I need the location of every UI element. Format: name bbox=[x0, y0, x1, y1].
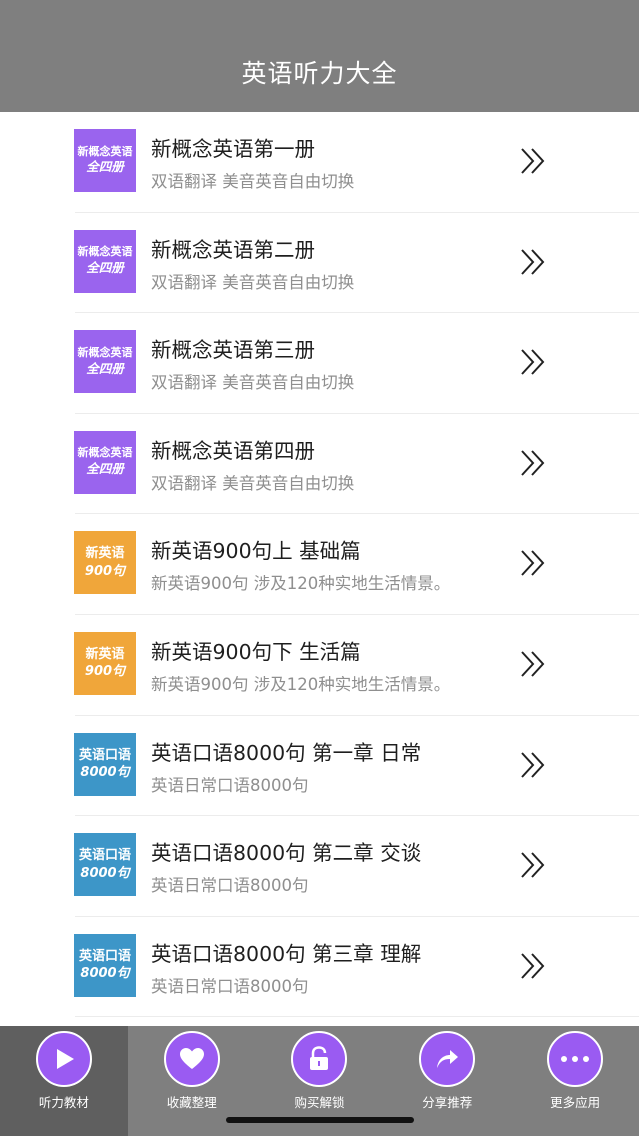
thumbnail-line2: 全四册 bbox=[86, 260, 124, 276]
thumbnail-line2: 全四册 bbox=[86, 159, 124, 175]
double-chevron-right-icon bbox=[521, 651, 545, 677]
tab-label: 购买解锁 bbox=[294, 1095, 345, 1110]
thumbnail-line2: 900句 bbox=[84, 664, 126, 680]
course-title: 新英语900句下 生活篇 bbox=[151, 639, 361, 664]
tab-icon-button[interactable] bbox=[547, 1031, 604, 1087]
course-thumbnail: 新概念英语 全四册 bbox=[74, 129, 136, 192]
thumbnail-line1: 新概念英语 bbox=[77, 446, 133, 460]
tab-label: 分享推荐 bbox=[422, 1095, 473, 1110]
course-subtitle: 新英语900句 涉及120种实地生活情景。 bbox=[151, 674, 451, 694]
double-chevron-right-icon bbox=[521, 349, 545, 375]
play-icon bbox=[56, 1049, 74, 1069]
double-chevron-right-icon bbox=[521, 148, 545, 174]
course-subtitle: 双语翻译 美音英音自由切换 bbox=[151, 272, 355, 292]
course-subtitle: 英语日常口语8000句 bbox=[151, 976, 309, 996]
thumbnail-line1: 英语口语 bbox=[78, 848, 131, 864]
thumbnail-line1: 新概念英语 bbox=[77, 144, 133, 158]
double-chevron-right-icon bbox=[521, 248, 545, 275]
double-chevron-right-icon bbox=[521, 852, 545, 878]
list-item[interactable]: 新英语 900句 新英语900句下 生活篇 新英语900句 涉及120种实地生活… bbox=[0, 615, 639, 716]
list-item[interactable]: 英语口语 8000句 英语口语8000句 第三章 理解 英语日常口语8000句 bbox=[0, 917, 639, 1018]
course-thumbnail: 英语口语 8000句 bbox=[74, 732, 136, 796]
course-thumbnail: 新概念英语 全四册 bbox=[74, 430, 136, 494]
course-thumbnail: 英语口语 8000句 bbox=[74, 933, 136, 997]
course-title: 新概念英语第三册 bbox=[151, 338, 315, 363]
thumbnail-line2: 全四册 bbox=[86, 461, 124, 477]
thumbnail-line1: 新概念英语 bbox=[77, 245, 133, 259]
thumbnail-line1: 新概念英语 bbox=[77, 345, 133, 359]
more-icon bbox=[561, 1056, 590, 1062]
tab-listening-materials[interactable]: 听力教材 bbox=[0, 1026, 128, 1136]
course-title: 新概念英语第一册 bbox=[151, 137, 315, 161]
tab-icon-button[interactable] bbox=[291, 1031, 348, 1087]
thumbnail-line2: 全四册 bbox=[86, 360, 124, 376]
thumbnail-line1: 新英语 bbox=[85, 546, 125, 562]
course-thumbnail: 新概念英语 全四册 bbox=[74, 229, 136, 293]
list-item[interactable]: 英语口语 8000句 英语口语8000句 第一章 日常 英语日常口语8000句 bbox=[0, 716, 639, 817]
list-item[interactable]: 新概念英语 全四册 新概念英语第三册 双语翻译 美音英音自由切换 bbox=[0, 313, 639, 414]
course-title: 新概念英语第二册 bbox=[151, 237, 315, 262]
list-item[interactable]: 新英语 900句 新英语900句上 基础篇 新英语900句 涉及120种实地生活… bbox=[0, 514, 639, 615]
course-title: 英语口语8000句 第二章 交谈 bbox=[151, 841, 422, 866]
course-subtitle: 英语日常口语8000句 bbox=[151, 876, 309, 896]
heart-icon bbox=[179, 1048, 204, 1069]
course-thumbnail: 新英语 900句 bbox=[74, 631, 136, 695]
course-title: 英语口语8000句 第三章 理解 bbox=[151, 941, 422, 966]
list-item[interactable]: 英语口语 8000句 英语口语8000句 第二章 交谈 英语日常口语8000句 bbox=[0, 816, 639, 917]
thumbnail-line2: 8000句 bbox=[80, 966, 130, 982]
home-indicator bbox=[226, 1117, 414, 1123]
share-icon bbox=[437, 1050, 459, 1068]
tab-label: 收藏整理 bbox=[166, 1095, 217, 1110]
thumbnail-line2: 8000句 bbox=[80, 765, 130, 781]
course-subtitle: 英语日常口语8000句 bbox=[151, 775, 309, 795]
tab-icon-button[interactable] bbox=[35, 1031, 92, 1087]
thumbnail-line1: 新英语 bbox=[85, 646, 125, 662]
course-list: 新概念英语 全四册 新概念英语第一册 双语翻译 美音英音自由切换 新概念英语 全… bbox=[0, 112, 639, 1018]
page-title: 英语听力大全 bbox=[241, 59, 398, 88]
double-chevron-right-icon bbox=[521, 550, 545, 577]
course-thumbnail: 新概念英语 全四册 bbox=[74, 330, 136, 394]
course-subtitle: 双语翻译 美音英音自由切换 bbox=[151, 373, 355, 393]
thumbnail-line1: 英语口语 bbox=[78, 747, 131, 763]
thumbnail-line1: 英语口语 bbox=[78, 948, 131, 964]
course-title: 英语口语8000句 第一章 日常 bbox=[151, 740, 422, 765]
list-item[interactable]: 新概念英语 全四册 新概念英语第二册 双语翻译 美音英音自由切换 bbox=[0, 213, 639, 314]
thumbnail-line2: 900句 bbox=[84, 563, 126, 579]
thumbnail-line2: 8000句 bbox=[80, 865, 130, 881]
double-chevron-right-icon bbox=[521, 953, 545, 979]
nav-bar: 英语听力大全 bbox=[0, 0, 639, 112]
tab-label: 更多应用 bbox=[550, 1095, 601, 1110]
course-subtitle: 双语翻译 美音英音自由切换 bbox=[151, 473, 355, 493]
course-subtitle: 双语翻译 美音英音自由切换 bbox=[151, 172, 355, 191]
tab-icon-button[interactable] bbox=[163, 1031, 220, 1087]
tab-more-apps[interactable]: 更多应用 bbox=[511, 1026, 639, 1136]
course-thumbnail: 新英语 900句 bbox=[74, 531, 136, 595]
unlock-icon bbox=[310, 1046, 329, 1070]
course-title: 新英语900句上 基础篇 bbox=[151, 539, 361, 564]
row-divider bbox=[75, 1016, 639, 1018]
double-chevron-right-icon bbox=[521, 450, 545, 476]
tab-icon-button[interactable] bbox=[419, 1031, 476, 1087]
course-thumbnail: 英语口语 8000句 bbox=[74, 833, 136, 897]
double-chevron-right-icon bbox=[521, 751, 545, 778]
course-title: 新概念英语第四册 bbox=[151, 438, 315, 463]
course-subtitle: 新英语900句 涉及120种实地生活情景。 bbox=[151, 574, 451, 594]
tab-label: 听力教材 bbox=[38, 1095, 89, 1110]
list-item[interactable]: 新概念英语 全四册 新概念英语第一册 双语翻译 美音英音自由切换 bbox=[0, 112, 639, 213]
list-item[interactable]: 新概念英语 全四册 新概念英语第四册 双语翻译 美音英音自由切换 bbox=[0, 414, 639, 515]
